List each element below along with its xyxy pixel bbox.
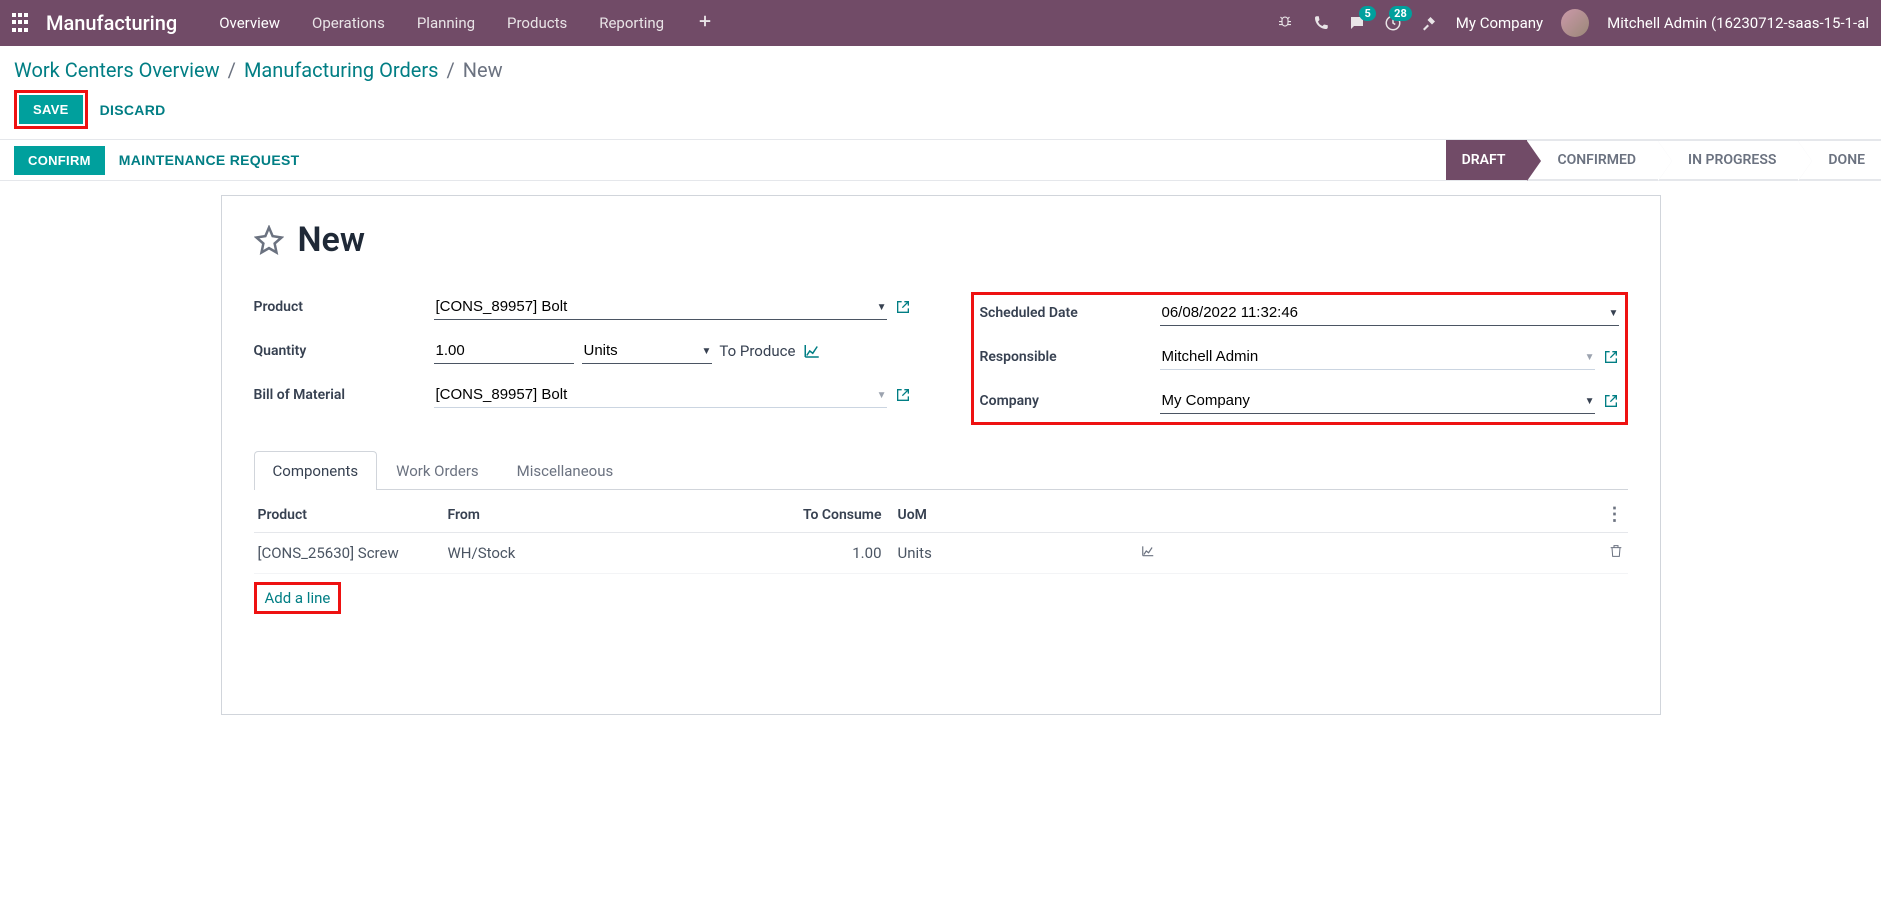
breadcrumb-current: New [463,58,503,82]
col-uom: UoM [898,507,1118,523]
company-field[interactable] [1160,388,1595,414]
breadcrumb-parent[interactable]: Manufacturing Orders [244,58,439,82]
quantity-uom-field[interactable] [582,338,712,364]
breadcrumb: Work Centers Overview / Manufacturing Or… [14,58,1867,82]
tab-miscellaneous[interactable]: Miscellaneous [498,451,633,490]
col-consume: To Consume [788,507,898,523]
user-menu[interactable]: Mitchell Admin (16230712-saas-15-1-al [1607,14,1869,32]
page-title: New [298,220,365,260]
label-product: Product [254,299,434,315]
row-product: [CONS_25630] Screw [258,544,448,562]
table-row[interactable]: [CONS_25630] Screw WH/Stock 1.00 Units [254,533,1628,574]
activities-icon[interactable]: 28 [1384,14,1402,32]
col-product: Product [258,507,448,523]
phone-icon[interactable] [1312,14,1330,32]
scheduled-date-field[interactable] [1160,300,1619,326]
status-steps: DRAFT CONFIRMED IN PROGRESS DONE [1446,140,1881,180]
external-link-icon[interactable] [1603,349,1619,365]
apps-icon[interactable] [12,13,32,33]
kebab-icon[interactable]: ⋮ [1606,504,1624,525]
plus-icon[interactable] [696,12,714,30]
nav-products[interactable]: Products [493,8,581,38]
bug-icon[interactable] [1276,14,1294,32]
bom-field[interactable] [434,382,887,408]
row-consume: 1.00 [788,544,898,562]
row-from: WH/Stock [448,544,788,562]
nav-reporting[interactable]: Reporting [585,8,678,38]
messages-badge: 5 [1359,6,1375,21]
status-confirmed[interactable]: CONFIRMED [1527,140,1658,180]
nav-planning[interactable]: Planning [403,8,489,38]
external-link-icon[interactable] [895,299,911,315]
nav-overview[interactable]: Overview [205,8,294,38]
status-draft[interactable]: DRAFT [1446,140,1528,180]
to-produce-label: To Produce [719,342,795,360]
messages-icon[interactable]: 5 [1348,14,1366,32]
tools-icon[interactable] [1420,14,1438,32]
external-link-icon[interactable] [895,387,911,403]
label-scheduled: Scheduled Date [980,305,1160,321]
trash-icon[interactable] [1608,543,1624,559]
breadcrumb-root[interactable]: Work Centers Overview [14,58,220,82]
add-line-button[interactable]: Add a line [265,589,331,607]
maintenance-request-button[interactable]: MAINTENANCE REQUEST [119,152,300,168]
status-in-progress[interactable]: IN PROGRESS [1658,140,1798,180]
label-responsible: Responsible [980,349,1160,365]
nav-operations[interactable]: Operations [298,8,399,38]
star-icon[interactable] [254,225,284,255]
external-link-icon[interactable] [1603,393,1619,409]
forecast-icon[interactable] [1139,544,1157,558]
label-company: Company [980,393,1160,409]
confirm-button[interactable]: CONFIRM [14,146,105,175]
discard-button[interactable]: DISCARD [100,102,166,118]
save-button[interactable]: SAVE [19,95,83,124]
product-field[interactable] [434,294,887,320]
activities-badge: 28 [1389,6,1412,21]
company-switcher[interactable]: My Company [1456,14,1543,32]
row-uom: Units [898,544,1118,562]
avatar[interactable] [1561,9,1589,37]
forecast-icon[interactable] [803,342,821,360]
col-from: From [448,507,788,523]
responsible-field[interactable] [1160,344,1595,370]
app-title[interactable]: Manufacturing [46,11,177,35]
tab-components[interactable]: Components [254,451,378,490]
label-quantity: Quantity [254,343,434,359]
tab-work-orders[interactable]: Work Orders [377,451,498,490]
quantity-field[interactable] [434,338,574,364]
label-bom: Bill of Material [254,387,434,403]
